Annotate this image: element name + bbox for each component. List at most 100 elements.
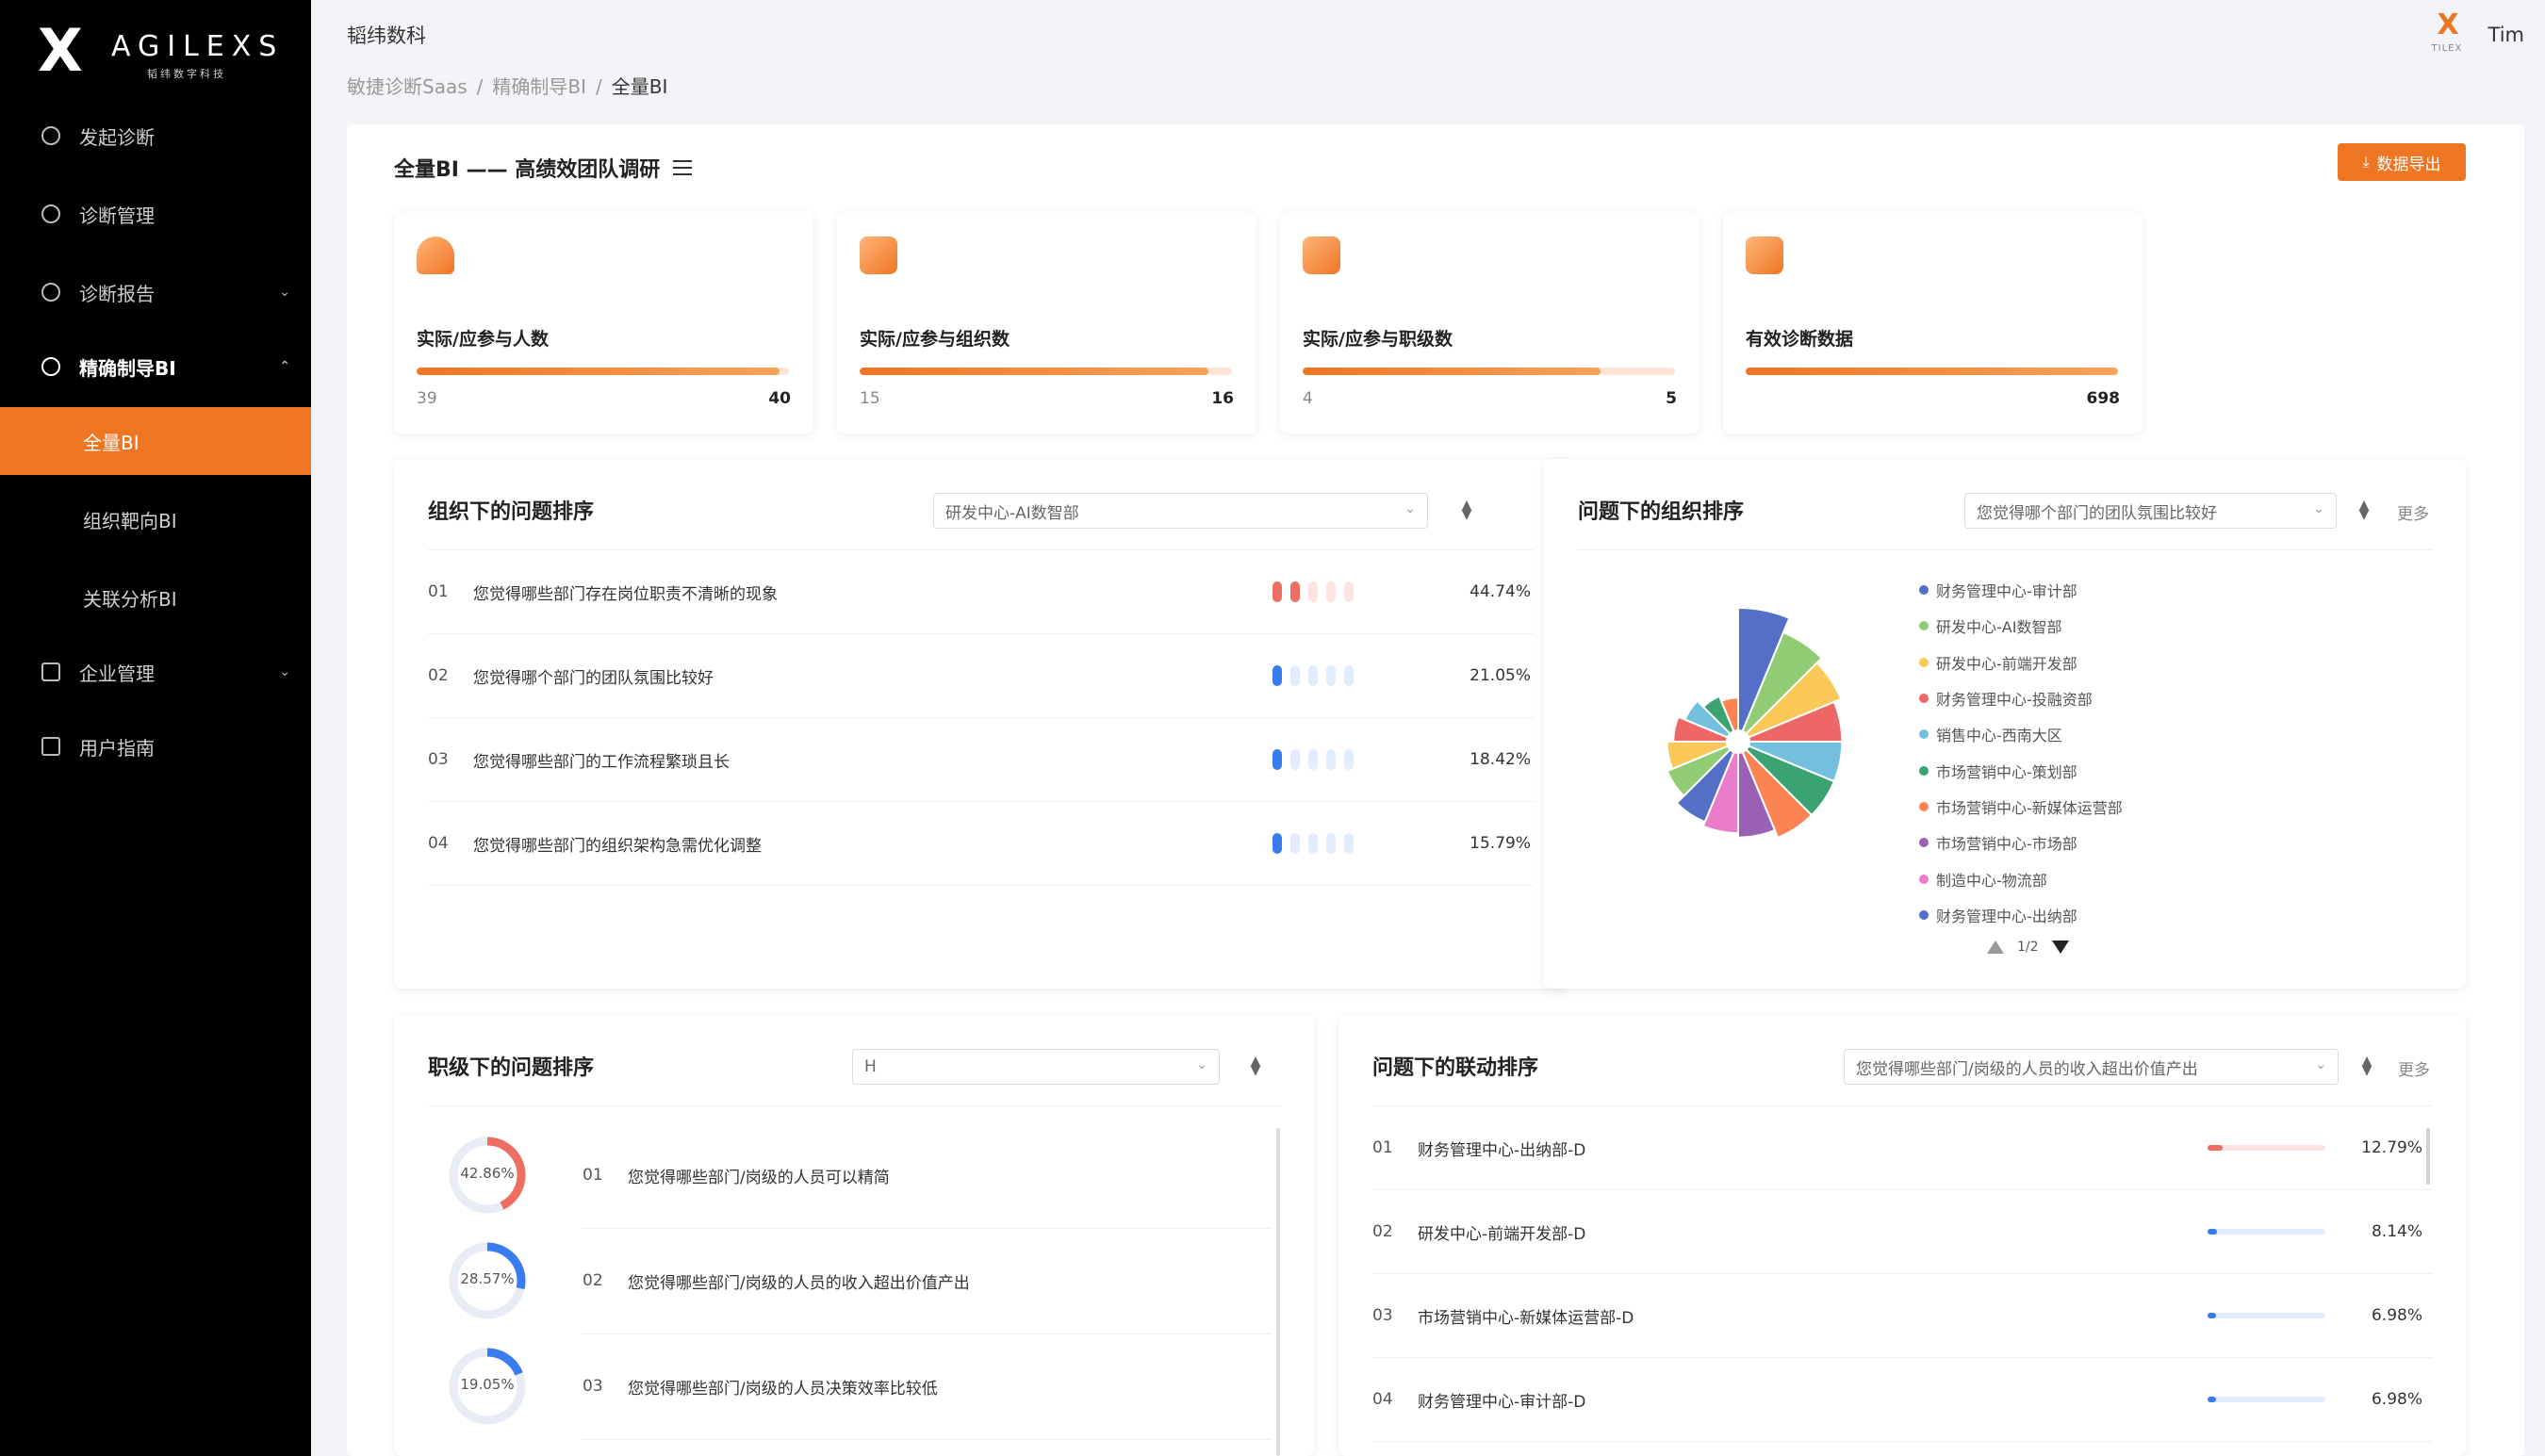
linkage-card: 问题下的联动排序 您觉得哪些部门/岗级的人员的收入超出价值产出 ⌄ ▲ ▼ 更多 0… bbox=[1338, 1015, 2466, 1456]
level-select[interactable]: H ⌄ bbox=[852, 1049, 1220, 1085]
row-percent: 6.98% bbox=[2371, 1390, 2422, 1409]
progress-bar bbox=[1746, 368, 2118, 375]
sort-icon[interactable]: ▲ ▼ bbox=[1248, 1055, 1263, 1077]
legend-item[interactable]: 销售中心-西南大区 bbox=[1919, 716, 2123, 752]
stat-card-orgs: 实际/应参与组织数 15 16 bbox=[837, 212, 1256, 434]
list-item[interactable]: 02 您觉得哪些部门/岗级的人员的收入超出价值产出 bbox=[583, 1239, 1271, 1322]
more-link[interactable]: 更多 bbox=[2398, 1056, 2430, 1080]
logo-x-icon: X bbox=[38, 16, 83, 85]
sidebar-item-guide[interactable]: 用户指南 bbox=[0, 712, 311, 780]
sidebar-item-label: 诊断管理 bbox=[79, 204, 155, 227]
level-issues-card: 职级下的问题排序 H ⌄ ▲ ▼ 42.86% 01 您觉得哪些部门/岗级的人员可以精简… bbox=[394, 1015, 1314, 1456]
scrollbar[interactable] bbox=[1276, 1128, 1280, 1456]
row-number: 04 bbox=[1372, 1390, 1393, 1409]
legend-item[interactable]: 市场营销中心-市场部 bbox=[1919, 825, 2123, 860]
legend-item[interactable]: 财务管理中心-出纳部 bbox=[1919, 897, 2123, 933]
list-item[interactable]: 04 您觉得哪些部门的组织架构急需优化调整 15.79% bbox=[428, 802, 1534, 885]
row-number: 03 bbox=[583, 1377, 603, 1396]
sidebar-item-relation-bi[interactable]: 关联分析BI bbox=[0, 564, 311, 631]
list-item[interactable]: 02 研发中心-前端开发部-D 8.14% bbox=[1372, 1190, 2432, 1273]
stat-card-people: 实际/应参与人数 39 40 bbox=[394, 212, 813, 434]
sidebar-item-launch[interactable]: 发起诊断 bbox=[0, 102, 311, 170]
chevron-down-icon: ⌄ bbox=[2315, 1057, 2326, 1072]
sort-icon[interactable]: ▲ ▼ bbox=[2356, 499, 2372, 521]
row-number: 01 bbox=[583, 1166, 603, 1185]
brand-word: AGILEXS bbox=[111, 30, 285, 63]
avatar[interactable]: X TILEX bbox=[2430, 11, 2471, 58]
sidebar-item-label: 组织靶向BI bbox=[83, 509, 177, 532]
list-item[interactable]: 03 您觉得哪些部门/岗级的人员决策效率比较低 bbox=[583, 1345, 1271, 1428]
sidebar-item-label: 关联分析BI bbox=[83, 587, 177, 611]
row-number: 02 bbox=[1372, 1222, 1393, 1241]
sidebar-item-full-bi[interactable]: 全量BI bbox=[0, 407, 311, 475]
user-icon bbox=[41, 283, 60, 302]
row-percent: 18.42% bbox=[1470, 750, 1531, 769]
question-select[interactable]: 您觉得哪个部门的团队氛围比较好 ⌄ bbox=[1964, 493, 2337, 529]
legend-item[interactable]: 研发中心-AI数智部 bbox=[1919, 608, 2123, 644]
legend-item[interactable]: 研发中心-前端开发部 bbox=[1919, 645, 2123, 680]
row-number: 03 bbox=[1372, 1306, 1393, 1325]
page-down-icon[interactable] bbox=[2051, 941, 2069, 954]
legend-item[interactable]: 财务管理中心-投融资部 bbox=[1919, 680, 2123, 716]
legend-item[interactable]: 市场营销中心-新媒体运营部 bbox=[1919, 789, 2123, 825]
legend-item[interactable]: 财务管理中心-审计部 bbox=[1919, 572, 2123, 608]
row-text: 市场营销中心-新媒体运营部-D bbox=[1418, 1308, 1634, 1328]
sidebar-item-manage[interactable]: 诊断管理 bbox=[0, 180, 311, 248]
stat-card-levels: 实际/应参与职级数 4 5 bbox=[1280, 212, 1699, 434]
row-text: 您觉得哪些部门/岗级的人员的收入超出价值产出 bbox=[628, 1273, 970, 1293]
row-text: 您觉得哪些部门的组织架构急需优化调整 bbox=[473, 836, 762, 856]
sidebar-item-label: 全量BI bbox=[83, 431, 140, 454]
sidebar-item-org-bi[interactable]: 组织靶向BI bbox=[0, 485, 311, 553]
row-number: 02 bbox=[428, 666, 449, 685]
sidebar-item-bi[interactable]: 精确制导BI ⌃ bbox=[0, 333, 311, 401]
row-text: 研发中心-前端开发部-D bbox=[1418, 1224, 1586, 1244]
row-number: 04 bbox=[428, 834, 449, 853]
pie-icon bbox=[41, 357, 60, 376]
list-item[interactable]: 01 您觉得哪些部门/岗级的人员可以精简 bbox=[583, 1134, 1271, 1217]
row-text: 您觉得哪个部门的团队氛围比较好 bbox=[473, 668, 714, 688]
level-indicator bbox=[1272, 749, 1362, 770]
page-up-icon[interactable] bbox=[1987, 941, 2004, 954]
legend-item[interactable]: 市场营销中心-策划部 bbox=[1919, 752, 2123, 788]
sidebar: X AGILEXS 韬纬数字科技 发起诊断 诊断管理 诊断报告 ⌄ 精确制导BI… bbox=[0, 0, 311, 1456]
row-percent: 44.74% bbox=[1470, 582, 1531, 601]
sort-icon[interactable]: ▲ ▼ bbox=[2359, 1055, 2374, 1077]
sidebar-item-enterprise[interactable]: 企业管理 ⌄ bbox=[0, 638, 311, 706]
row-number: 01 bbox=[428, 582, 449, 601]
export-button[interactable]: ⤓ 数据导出 bbox=[2338, 143, 2466, 181]
legend-item[interactable]: 制造中心-物流部 bbox=[1919, 860, 2123, 896]
person-icon bbox=[417, 237, 454, 274]
list-item[interactable]: 01 财务管理中心-出纳部-D 12.79% bbox=[1372, 1106, 2432, 1189]
sidebar-item-label: 精确制导BI bbox=[79, 356, 176, 380]
progress-bar bbox=[860, 368, 1232, 375]
chart-legend: 财务管理中心-审计部 研发中心-AI数智部 研发中心-前端开发部 财务管理中心-投融资… bbox=[1919, 572, 2123, 933]
download-icon: ⤓ bbox=[2362, 153, 2370, 171]
company-name: 韬纬数科 bbox=[347, 25, 426, 47]
sort-icon[interactable]: ▲ ▼ bbox=[1459, 499, 1474, 521]
list-item[interactable]: 04 财务管理中心-审计部-D 6.98% bbox=[1372, 1358, 2432, 1441]
card-title: 问题下的联动排序 bbox=[1372, 1056, 1539, 1080]
question-select[interactable]: 您觉得哪些部门/岗级的人员的收入超出价值产出 ⌄ bbox=[1844, 1049, 2339, 1085]
chevron-down-icon: ⌄ bbox=[279, 285, 290, 300]
donut-chart: 19.05% bbox=[445, 1344, 530, 1432]
level-indicator bbox=[1272, 665, 1362, 686]
sidebar-item-label: 用户指南 bbox=[79, 736, 155, 760]
user-name[interactable]: Tim bbox=[2488, 24, 2524, 46]
breadcrumb-item[interactable]: 敏捷诊断Saas bbox=[347, 75, 468, 98]
user-menu[interactable]: X TILEX Tim bbox=[2430, 11, 2524, 58]
percent-bar bbox=[2208, 1145, 2325, 1151]
row-percent: 6.98% bbox=[2371, 1306, 2422, 1325]
menu-icon[interactable] bbox=[673, 160, 693, 175]
more-link[interactable]: 更多 bbox=[2397, 500, 2429, 524]
chevron-down-icon: ⌄ bbox=[1404, 501, 1416, 516]
org-select[interactable]: 研发中心-AI数智部 ⌄ bbox=[933, 493, 1428, 529]
breadcrumb-item[interactable]: 精确制导BI bbox=[492, 75, 586, 98]
list-item[interactable]: 01 您觉得哪些部门存在岗位职责不清晰的现象 44.74% bbox=[428, 550, 1534, 633]
pie-icon bbox=[41, 204, 60, 223]
list-item[interactable]: 03 市场营销中心-新媒体运营部-D 6.98% bbox=[1372, 1274, 2432, 1357]
book-icon bbox=[41, 737, 60, 756]
list-item[interactable]: 02 您觉得哪个部门的团队氛围比较好 21.05% bbox=[428, 634, 1534, 717]
list-item[interactable]: 03 您觉得哪些部门的工作流程繁琐且长 18.42% bbox=[428, 718, 1534, 801]
sidebar-item-report[interactable]: 诊断报告 ⌄ bbox=[0, 258, 311, 326]
brand-logo[interactable]: X AGILEXS 韬纬数字科技 bbox=[38, 16, 285, 85]
